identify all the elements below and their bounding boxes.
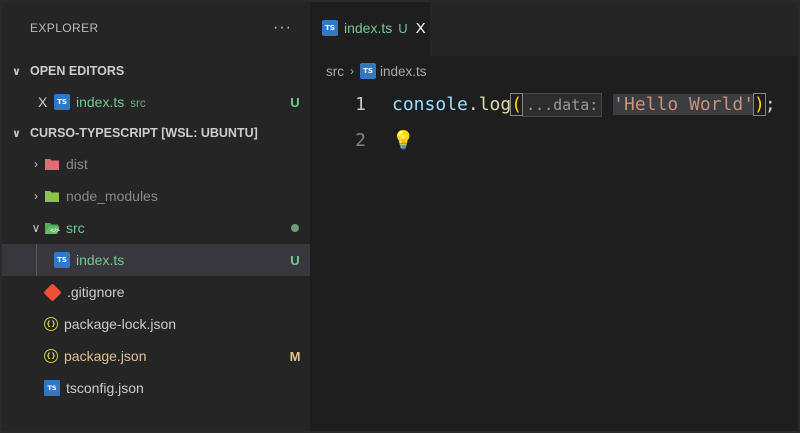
window-frame xyxy=(0,0,800,433)
